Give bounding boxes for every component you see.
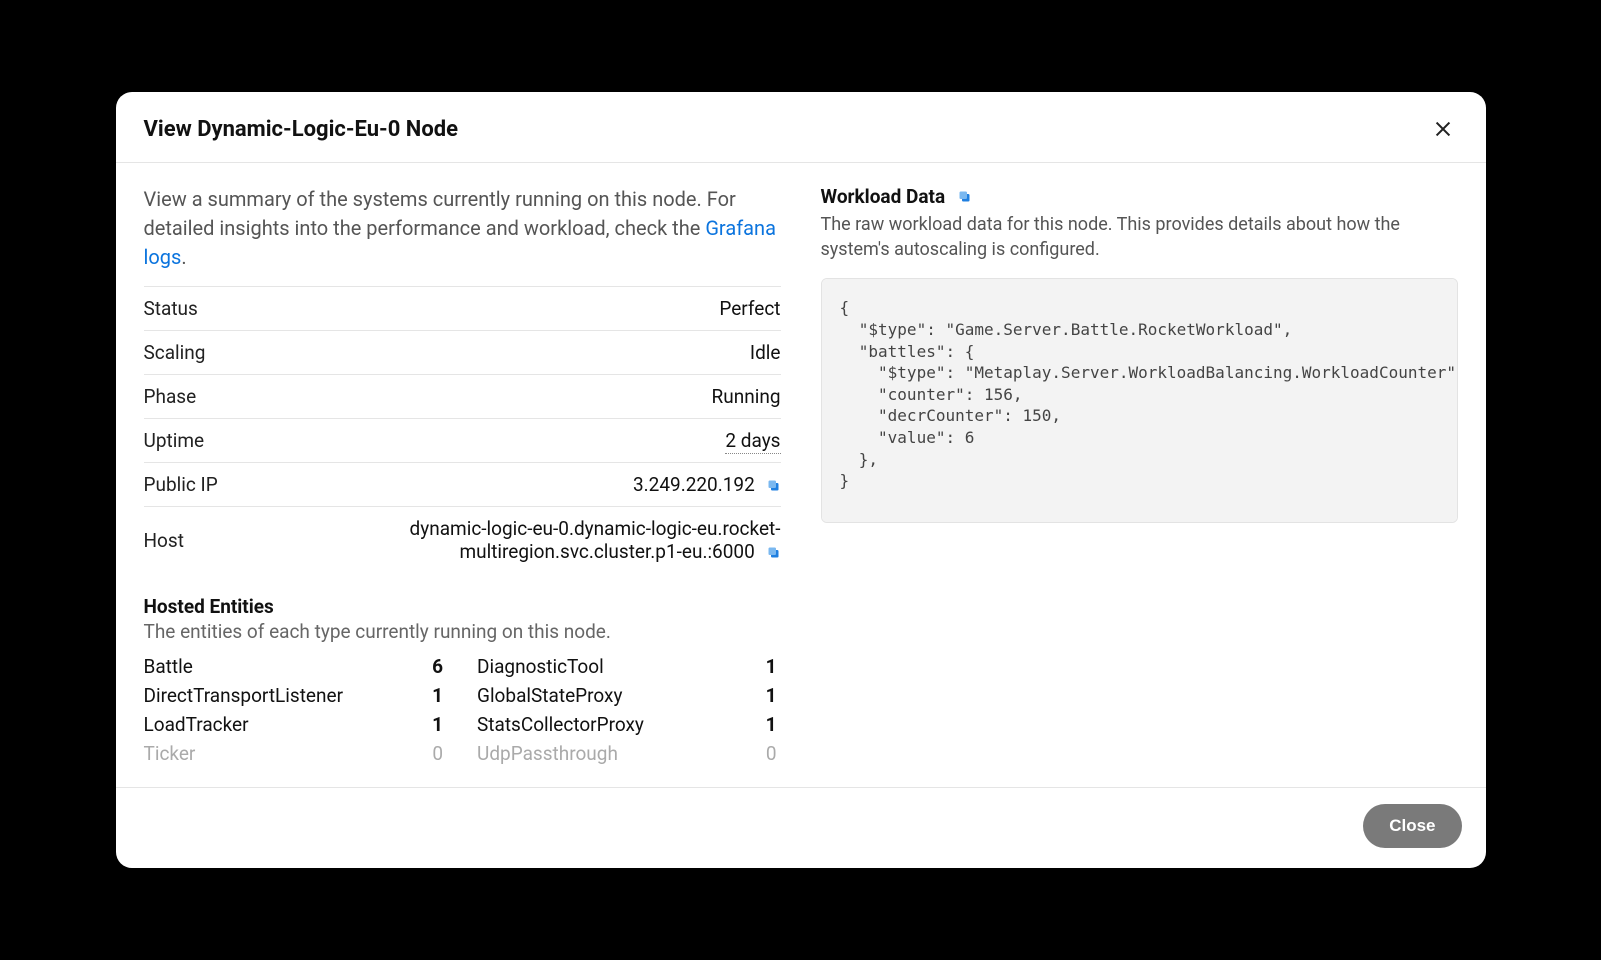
copy-public-ip-button[interactable] xyxy=(766,478,781,493)
uptime-value-text[interactable]: 2 days xyxy=(725,429,780,454)
copy-icon xyxy=(766,478,781,493)
row-status: Status Perfect xyxy=(144,287,781,331)
public-ip-value-cell: 3.249.220.192 xyxy=(234,463,781,507)
hosted-entities-grid: Battle 6 DiagnosticTool 1 DirectTranspor… xyxy=(144,655,781,765)
node-detail-modal: View Dynamic-Logic-Eu-0 Node View a summ… xyxy=(116,92,1486,868)
entity-name: DiagnosticTool xyxy=(477,655,766,678)
copy-icon xyxy=(957,189,972,204)
workload-heading-text: Workload Data xyxy=(821,185,946,208)
row-public-ip: Public IP 3.249.220.192 xyxy=(144,463,781,507)
close-icon xyxy=(1432,118,1454,140)
phase-label: Phase xyxy=(144,375,234,419)
row-uptime: Uptime 2 days xyxy=(144,419,781,463)
row-phase: Phase Running xyxy=(144,375,781,419)
entity-name: Ticker xyxy=(144,742,433,765)
entity-name: LoadTracker xyxy=(144,713,433,736)
modal-body: View a summary of the systems currently … xyxy=(116,163,1486,787)
hosted-entities-heading: Hosted Entities xyxy=(144,595,781,618)
entity-count: 1 xyxy=(766,684,781,707)
entity-name: StatsCollectorProxy xyxy=(477,713,766,736)
copy-host-button[interactable] xyxy=(766,545,781,560)
copy-workload-button[interactable] xyxy=(957,189,972,204)
entity-count: 6 xyxy=(432,655,447,678)
node-info-table: Status Perfect Scaling Idle Phase Runnin… xyxy=(144,286,781,573)
modal-footer: Close xyxy=(116,787,1486,868)
row-host: Host dynamic-logic-eu-0.dynamic-logic-eu… xyxy=(144,507,781,574)
entity-count: 1 xyxy=(432,684,447,707)
modal-title: View Dynamic-Logic-Eu-0 Node xyxy=(144,117,459,142)
workload-subheading: The raw workload data for this node. Thi… xyxy=(821,212,1458,262)
summary-text-part1: View a summary of the systems currently … xyxy=(144,187,736,240)
phase-value: Running xyxy=(234,375,781,419)
status-value: Perfect xyxy=(234,287,781,331)
public-ip-label: Public IP xyxy=(144,463,234,507)
entity-count: 0 xyxy=(766,742,781,765)
modal-header: View Dynamic-Logic-Eu-0 Node xyxy=(116,92,1486,163)
entity-count: 1 xyxy=(432,713,447,736)
status-label: Status xyxy=(144,287,234,331)
left-column: View a summary of the systems currently … xyxy=(144,185,781,765)
host-value-cell: dynamic-logic-eu-0.dynamic-logic-eu.rock… xyxy=(234,507,781,574)
row-scaling: Scaling Idle xyxy=(144,331,781,375)
entity-name: UdpPassthrough xyxy=(477,742,766,765)
summary-text: View a summary of the systems currently … xyxy=(144,185,781,272)
entity-name: DirectTransportListener xyxy=(144,684,433,707)
host-label: Host xyxy=(144,507,234,574)
host-value: dynamic-logic-eu-0.dynamic-logic-eu.rock… xyxy=(410,517,781,563)
close-button[interactable] xyxy=(1428,114,1458,144)
entity-name: GlobalStateProxy xyxy=(477,684,766,707)
entity-count: 0 xyxy=(432,742,447,765)
scaling-label: Scaling xyxy=(144,331,234,375)
hosted-entities-subheading: The entities of each type currently runn… xyxy=(144,620,781,643)
entity-count: 1 xyxy=(766,655,781,678)
entity-count: 1 xyxy=(766,713,781,736)
right-column: Workload Data The raw workload data for … xyxy=(821,185,1458,765)
workload-code-block: { "$type": "Game.Server.Battle.RocketWor… xyxy=(821,278,1458,522)
copy-icon xyxy=(766,545,781,560)
public-ip-value: 3.249.220.192 xyxy=(633,473,755,496)
close-footer-button[interactable]: Close xyxy=(1363,804,1461,848)
workload-heading: Workload Data xyxy=(821,185,1458,208)
uptime-value: 2 days xyxy=(234,419,781,463)
entity-name: Battle xyxy=(144,655,433,678)
summary-text-part2: . xyxy=(181,245,186,269)
scaling-value: Idle xyxy=(234,331,781,375)
uptime-label: Uptime xyxy=(144,419,234,463)
